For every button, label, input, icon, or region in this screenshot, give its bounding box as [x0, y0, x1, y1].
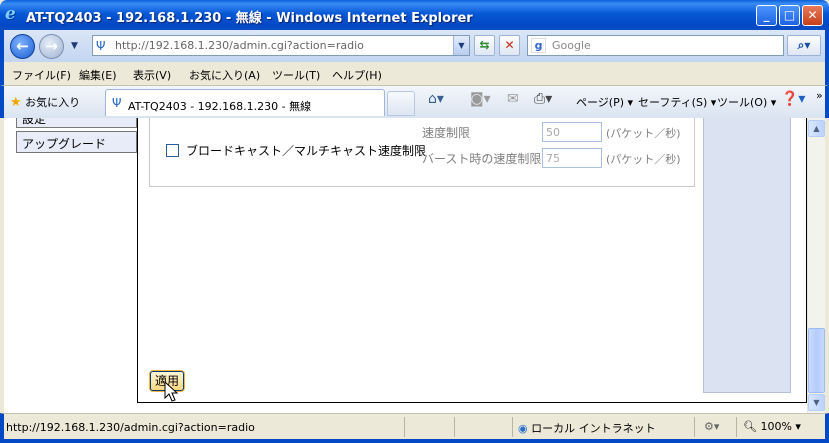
sidebar-item-label: アップグレード	[22, 137, 107, 151]
scroll-thumb[interactable]	[808, 328, 825, 393]
zoom-control[interactable]: 🔍︎ 100% ▾	[743, 420, 801, 433]
broadcast-limit-group: ブロードキャスト／マルチキャスト速度制限 速度制限 50 (パケット／秒) バー…	[149, 118, 695, 187]
favorites-button[interactable]: ★ お気に入り	[10, 94, 80, 110]
broadcast-limit-checkbox[interactable]	[166, 144, 179, 157]
address-dropdown-icon[interactable]: ▼	[453, 36, 469, 55]
menu-edit[interactable]: 編集(E)	[79, 67, 117, 83]
burst-limit-label: バースト時の速度制限	[422, 152, 542, 166]
help-icon[interactable]: ❓▾	[781, 91, 805, 107]
search-icon: ⌕▾	[797, 38, 811, 52]
chevron-icon[interactable]: »	[816, 89, 823, 102]
forward-button[interactable]: →	[39, 34, 64, 59]
safety-menu-label: セーフティ(S)	[638, 96, 708, 109]
globe-icon: ◉	[518, 422, 528, 435]
status-url: http://192.168.1.230/admin.cgi?action=ra…	[6, 421, 255, 434]
burst-limit-field[interactable]: 75	[542, 148, 602, 168]
sidebar-item-settings[interactable]: 設定	[16, 118, 137, 128]
status-divider	[454, 417, 455, 437]
stop-icon: ✕	[504, 38, 515, 52]
scroll-up-button[interactable]: ▲	[808, 120, 825, 137]
tab-title: AT-TQ2403 - 192.168.1.230 - 無線	[128, 100, 312, 113]
security-zone[interactable]: ◉ ローカル イントラネット	[518, 420, 656, 436]
sidebar-item-upgrade[interactable]: アップグレード	[16, 131, 137, 153]
page-content: 設定 アップグレード ブロードキャスト／マルチキャスト速度制限 速度制限 50 …	[4, 118, 807, 413]
search-input[interactable]: Google	[552, 39, 591, 52]
forward-arrow-icon: →	[45, 37, 58, 55]
vertical-scrollbar[interactable]: ▲ ▼	[807, 118, 825, 413]
rate-limit-label: 速度制限	[422, 126, 471, 140]
tools-menu[interactable]: ツール(O) ▾	[717, 94, 776, 110]
magnifier-icon: 🔍︎	[743, 420, 757, 433]
page-antenna-icon: Ψ	[96, 39, 106, 53]
window-title: AT-TQ2403 - 192.168.1.230 - 無線 - Windows…	[26, 11, 473, 26]
minimize-button[interactable]: _	[756, 5, 777, 26]
address-bar[interactable]: Ψ http://192.168.1.230/admin.cgi?action=…	[92, 35, 470, 56]
page-menu[interactable]: ページ(P) ▾	[576, 94, 633, 110]
safety-menu[interactable]: セーフティ(S) ▾	[638, 94, 716, 110]
maximize-button[interactable]: □	[779, 5, 800, 26]
refresh-icon: ⇆	[479, 38, 490, 52]
title-bar: e AT-TQ2403 - 192.168.1.230 - 無線 - Windo…	[0, 0, 829, 30]
main-panel: ブロードキャスト／マルチキャスト速度制限 速度制限 50 (パケット／秒) バー…	[137, 118, 807, 403]
address-toolbar: ← → ▼ Ψ http://192.168.1.230/admin.cgi?a…	[0, 30, 829, 62]
print-icon[interactable]: ⎙▾	[534, 91, 552, 107]
sidebar-item-label: 設定	[22, 118, 47, 126]
sidebar-nav: 設定 アップグレード	[4, 118, 137, 413]
back-arrow-icon: ←	[16, 37, 29, 55]
search-box[interactable]: g Google	[527, 35, 784, 56]
history-dropdown-icon[interactable]: ▼	[71, 41, 78, 51]
status-bar: http://192.168.1.230/admin.cgi?action=ra…	[0, 413, 829, 443]
feeds-icon[interactable]: ◙▾	[470, 91, 491, 107]
status-divider	[512, 417, 513, 437]
address-input[interactable]: http://192.168.1.230/admin.cgi?action=ra…	[115, 39, 364, 52]
home-icon[interactable]: ⌂▾	[428, 91, 444, 107]
mouse-cursor-icon	[164, 381, 179, 402]
broadcast-limit-label: ブロードキャスト／マルチキャスト速度制限	[186, 144, 427, 158]
google-icon: g	[531, 38, 546, 53]
zoom-level: 100%	[760, 420, 792, 433]
tab-antenna-icon: Ψ	[112, 96, 122, 110]
scroll-down-button[interactable]: ▼	[808, 394, 825, 411]
protected-mode-icon[interactable]: ⚙▾	[704, 420, 719, 433]
tab-toolbar: ★ お気に入り Ψ AT-TQ2403 - 192.168.1.230 - 無線…	[0, 86, 829, 118]
mail-icon[interactable]: ✉	[507, 91, 519, 107]
security-zone-label: ローカル イントラネット	[531, 422, 656, 435]
search-button[interactable]: ⌕▾	[787, 35, 821, 56]
rate-limit-field[interactable]: 50	[542, 122, 602, 142]
ie-logo-icon: e	[5, 4, 16, 24]
menu-view[interactable]: 表示(V)	[133, 67, 171, 83]
right-side-panel	[703, 118, 791, 393]
close-button[interactable]: ✕	[802, 5, 823, 26]
refresh-button[interactable]: ⇆	[474, 35, 495, 56]
favorites-label: お気に入り	[25, 96, 81, 109]
back-button[interactable]: ←	[10, 34, 35, 59]
menu-bar: ファイル(F) 編集(E) 表示(V) お気に入り(A) ツール(T) ヘルプ(…	[0, 62, 829, 86]
status-divider	[404, 417, 405, 437]
stop-button[interactable]: ✕	[499, 35, 520, 56]
browser-tab[interactable]: Ψ AT-TQ2403 - 192.168.1.230 - 無線	[105, 89, 385, 116]
new-tab-button[interactable]	[387, 91, 415, 116]
status-divider	[694, 417, 695, 437]
menu-help[interactable]: ヘルプ(H)	[332, 67, 382, 83]
status-divider	[736, 417, 737, 437]
tools-menu-label: ツール(O)	[717, 96, 768, 109]
menu-file[interactable]: ファイル(F)	[12, 67, 71, 83]
page-menu-label: ページ(P)	[576, 96, 624, 109]
menu-tools[interactable]: ツール(T)	[272, 67, 320, 83]
star-icon: ★	[10, 95, 22, 110]
burst-limit-unit: (パケット／秒)	[606, 153, 681, 166]
rate-limit-unit: (パケット／秒)	[606, 127, 681, 140]
menu-favorites[interactable]: お気に入り(A)	[189, 67, 260, 83]
